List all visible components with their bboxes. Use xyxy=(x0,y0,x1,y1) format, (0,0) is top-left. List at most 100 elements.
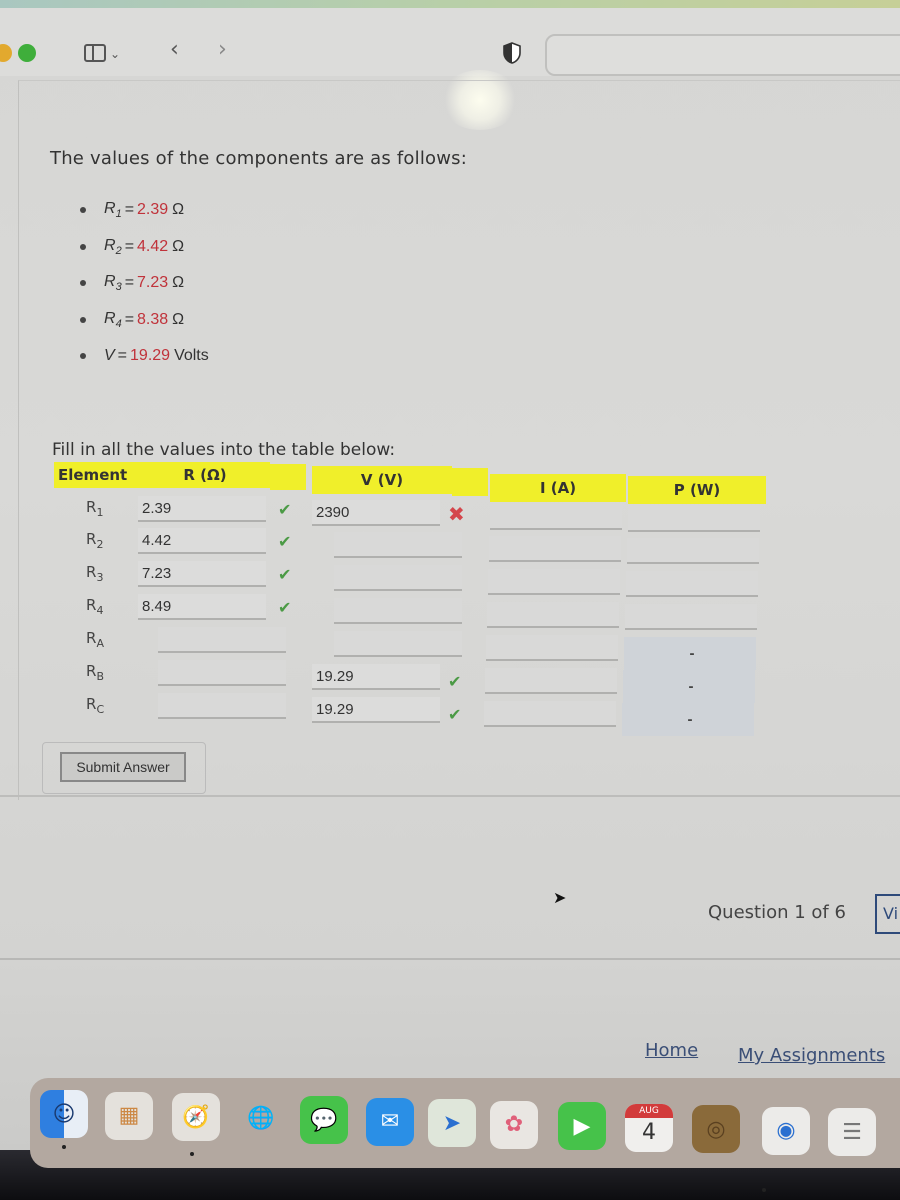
minimize-button[interactable] xyxy=(0,44,12,62)
facetime-icon[interactable]: ▶ xyxy=(558,1102,606,1150)
component-unit: Ω xyxy=(172,237,185,255)
component-value: 2.39 xyxy=(137,201,169,219)
bullet-icon xyxy=(80,207,86,214)
bullet-icon xyxy=(80,353,86,360)
resistance-input[interactable]: 2.39 xyxy=(138,496,266,522)
back-icon[interactable]: ‹ xyxy=(170,39,179,61)
power-input[interactable] xyxy=(627,538,759,564)
submit-answer-button[interactable]: Submit Answer xyxy=(60,752,186,782)
resistance-input[interactable] xyxy=(158,693,286,719)
header-voltage: V (V) xyxy=(312,466,452,494)
component-list: R1 = 2.39 Ω R2 = 4.42 Ω R3 = 7.23 Ω R4 = 8.38 Ω V = 19.29 V… xyxy=(80,192,209,375)
power-cell-disabled: - xyxy=(622,703,754,736)
component-value: 4.42 xyxy=(137,237,169,255)
check-icon: ✔ xyxy=(278,598,292,617)
resistance-input[interactable] xyxy=(158,627,286,653)
check-icon: ✔ xyxy=(278,532,292,551)
check-icon: ✔ xyxy=(448,705,462,724)
photos-icon[interactable]: ✿ xyxy=(490,1100,538,1149)
voltage-input[interactable] xyxy=(334,565,462,591)
voltage-input[interactable] xyxy=(334,532,462,558)
sidebar-icon[interactable] xyxy=(84,44,106,62)
voltage-input[interactable] xyxy=(334,631,462,657)
zoom-button[interactable] xyxy=(18,44,36,62)
component-value: 19.29 xyxy=(130,347,171,365)
check-icon: ✔ xyxy=(278,500,292,519)
running-indicator xyxy=(190,1152,194,1156)
resistance-input[interactable]: 7.23 xyxy=(138,561,266,587)
maps-icon[interactable]: ➤ xyxy=(428,1099,476,1147)
voltage-input[interactable]: 19.29 xyxy=(312,664,440,690)
bullet-icon xyxy=(80,280,86,287)
view-button[interactable]: Vi xyxy=(875,894,900,934)
element-label: R3 xyxy=(86,563,104,584)
mail-icon[interactable]: ✉ xyxy=(366,1097,414,1146)
component-value: 7.23 xyxy=(137,274,169,292)
finder-icon[interactable]: ☺ xyxy=(40,1090,88,1138)
component-unit: Volts xyxy=(174,347,209,365)
element-label: R2 xyxy=(86,530,104,551)
messages-icon[interactable]: 💬 xyxy=(300,1096,348,1144)
divider xyxy=(0,958,900,960)
problem-intro: The values of the components are as foll… xyxy=(50,148,468,169)
current-input[interactable] xyxy=(486,635,618,661)
chrome-icon[interactable]: ◉ xyxy=(762,1106,810,1155)
current-input[interactable] xyxy=(487,602,619,628)
shield-icon[interactable] xyxy=(503,42,521,64)
calendar-month: AUG xyxy=(625,1103,673,1118)
equals-sign: = xyxy=(124,201,135,219)
header-resistance: R (Ω) xyxy=(140,462,270,488)
power-input[interactable] xyxy=(626,571,758,597)
component-item: V = 19.29 Volts xyxy=(80,338,209,375)
photo-booth-icon[interactable]: ◎ xyxy=(692,1105,740,1153)
current-input[interactable] xyxy=(488,569,620,595)
component-subscript: 2 xyxy=(115,244,122,257)
calendar-icon[interactable]: AUG 4 xyxy=(625,1103,673,1152)
running-indicator xyxy=(62,1145,66,1149)
component-item: R4 = 8.38 Ω xyxy=(80,302,209,339)
resistance-input[interactable]: 4.42 xyxy=(138,528,266,554)
component-name: R1 xyxy=(104,200,122,221)
chevron-down-icon[interactable]: ⌄ xyxy=(110,44,120,64)
header-spacer xyxy=(270,464,306,490)
resistance-input[interactable] xyxy=(158,660,286,686)
voltage-input[interactable]: 2390 xyxy=(312,500,440,526)
bullet-icon xyxy=(80,316,86,323)
power-input[interactable] xyxy=(628,506,760,532)
forward-icon[interactable]: › xyxy=(218,39,227,61)
running-indicator xyxy=(762,1188,766,1192)
network-icon[interactable]: 🌐 xyxy=(237,1095,285,1143)
power-cell-disabled: - xyxy=(624,637,756,670)
component-item: R2 = 4.42 Ω xyxy=(80,229,209,266)
component-subscript: 4 xyxy=(115,317,122,330)
launchpad-icon[interactable]: ▦ xyxy=(105,1091,153,1140)
voltage-input[interactable]: 19.29 xyxy=(312,697,440,723)
element-label: RB xyxy=(86,662,104,683)
desktop-edge xyxy=(0,0,900,8)
header-spacer xyxy=(452,468,488,496)
browser-toolbar: ⌄ ‹ › xyxy=(0,8,900,76)
my-assignments-link[interactable]: My Assignments xyxy=(738,1045,885,1066)
home-link[interactable]: Home xyxy=(645,1040,698,1061)
component-unit: Ω xyxy=(172,274,185,292)
component-name: R3 xyxy=(104,273,122,294)
element-label: RA xyxy=(86,629,104,650)
header-power: P (W) xyxy=(628,476,766,504)
current-input[interactable] xyxy=(490,504,622,530)
element-label: R1 xyxy=(86,498,104,519)
component-name: R4 xyxy=(104,309,122,330)
voltage-input[interactable] xyxy=(334,598,462,624)
equals-sign: = xyxy=(117,347,128,365)
power-input[interactable] xyxy=(625,604,757,630)
current-input[interactable] xyxy=(485,668,617,694)
fill-instruction: Fill in all the values into the table be… xyxy=(52,440,396,460)
current-input[interactable] xyxy=(484,701,616,727)
reminders-icon[interactable]: ☰ xyxy=(828,1108,876,1156)
safari-icon[interactable]: 🧭 xyxy=(172,1093,220,1141)
current-input[interactable] xyxy=(489,536,621,562)
resistance-input[interactable]: 8.49 xyxy=(138,594,266,620)
check-icon: ✔ xyxy=(278,565,292,584)
address-bar[interactable] xyxy=(545,34,900,76)
component-unit: Ω xyxy=(172,201,185,219)
power-cell-disabled: - xyxy=(623,670,755,703)
